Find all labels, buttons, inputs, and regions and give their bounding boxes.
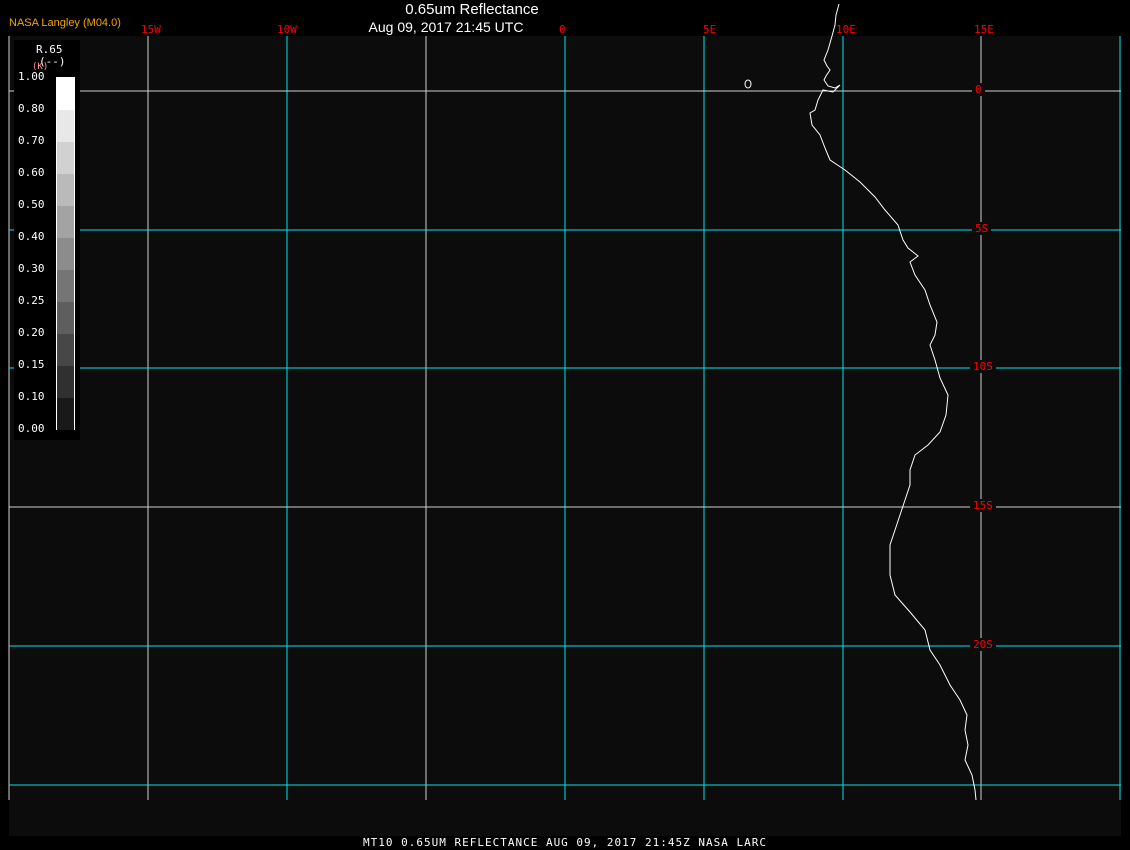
lat-label: 10S <box>970 360 996 373</box>
lat-label: 0 <box>972 83 985 96</box>
agency-label: NASA Langley (M04.0) <box>9 17 121 29</box>
map-title: 0.65um Reflectance <box>405 1 539 18</box>
legend-tick: 0.50 <box>18 198 45 211</box>
legend-swatch <box>57 366 74 398</box>
legend-tick: 0.40 <box>18 230 45 243</box>
lat-label: 5S <box>972 222 992 235</box>
legend-tick: 0.80 <box>18 102 45 115</box>
coastline <box>809 3 977 801</box>
footer-caption: MT10 0.65UM REFLECTANCE AUG 09, 2017 21:… <box>363 836 767 849</box>
legend-swatch <box>57 302 74 334</box>
legend-swatch <box>57 334 74 366</box>
lon-label: 15E <box>974 23 994 36</box>
lon-label: 10W <box>277 23 297 36</box>
legend-tick: 1.00 <box>18 70 45 83</box>
legend-swatch <box>57 270 74 302</box>
legend-swatch <box>57 398 74 430</box>
lon-label: 5E <box>703 23 717 36</box>
legend-swatch <box>57 238 74 270</box>
map-grid <box>8 3 1121 801</box>
legend-tick: 0.30 <box>18 262 45 275</box>
lon-label: 10E <box>836 23 856 36</box>
legend-tick: 0.20 <box>18 326 45 339</box>
legend-tick: 0.00 <box>18 422 45 435</box>
lon-label: 0 <box>559 23 566 36</box>
legend-tick: 0.10 <box>18 390 45 403</box>
legend-swatch <box>57 174 74 206</box>
legend-swatch <box>57 206 74 238</box>
lat-label: 20S <box>970 638 996 651</box>
legend-swatch <box>57 110 74 142</box>
legend-color-bar <box>56 77 75 430</box>
color-legend: R.65 (--) (K) 1.00 0.80 0.70 0.60 0.50 0.40 0.… <box>14 40 80 440</box>
lat-label: 15S <box>970 499 996 512</box>
legend-tick: 0.25 <box>18 294 45 307</box>
lon-label: 15W <box>141 23 161 36</box>
legend-tick: 0.70 <box>18 134 45 147</box>
legend-swatch <box>57 142 74 174</box>
map-timestamp: Aug 09, 2017 21:45 UTC <box>368 19 524 35</box>
legend-swatch <box>57 78 74 110</box>
legend-tick: 0.60 <box>18 166 45 179</box>
legend-tick: 0.15 <box>18 358 45 371</box>
island-outline <box>744 79 752 89</box>
